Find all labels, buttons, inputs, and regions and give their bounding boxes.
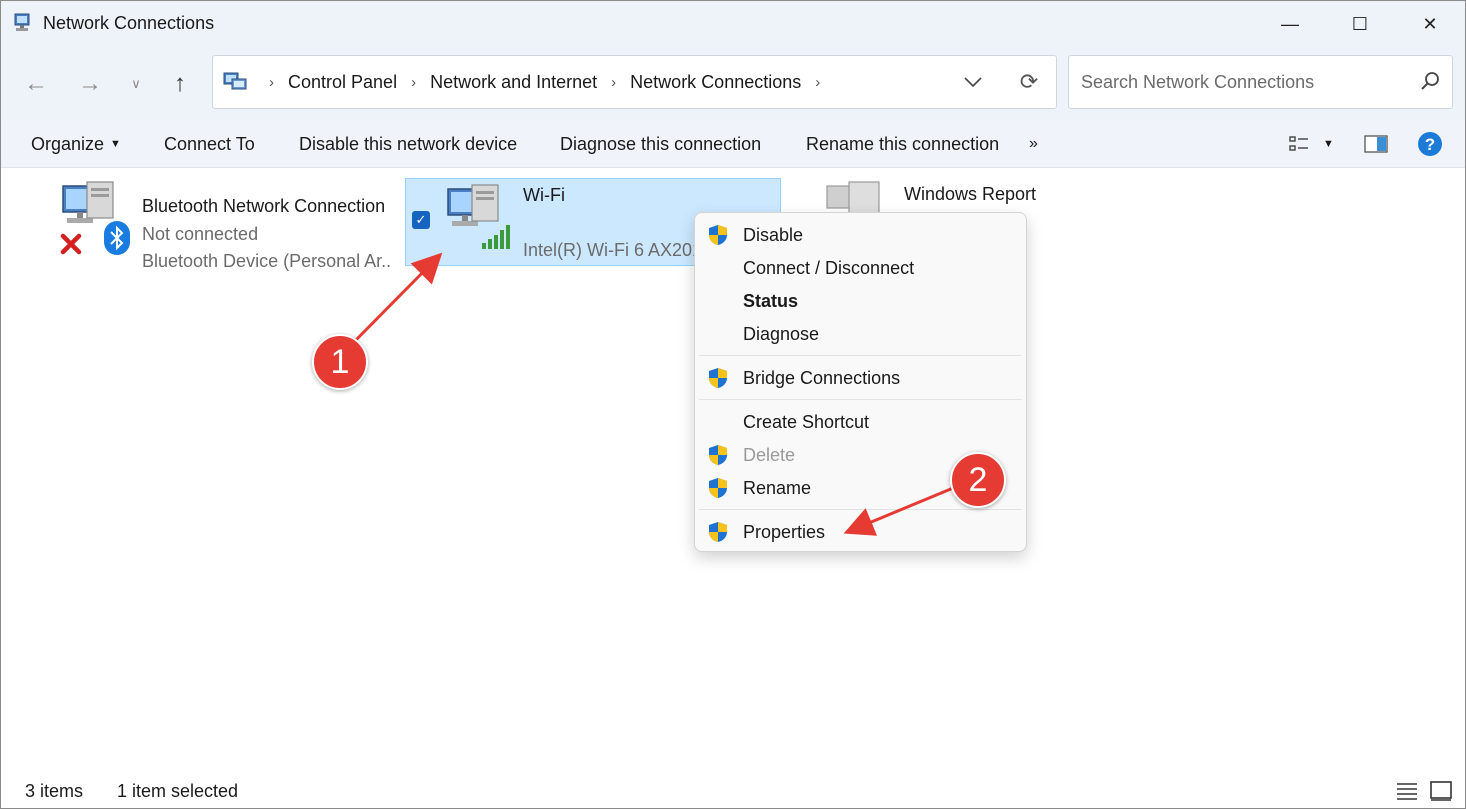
menu-item-label: Status (743, 290, 799, 311)
menu-item-label: Disable (743, 224, 804, 245)
title-bar: Network Connections — ☐ ✕ (1, 1, 1465, 47)
search-input[interactable] (1079, 68, 1403, 96)
menu-item-label: Connect / Disconnect (743, 257, 915, 278)
network-folder-icon (223, 72, 247, 90)
details-view-icon[interactable] (1394, 779, 1420, 803)
minimize-button[interactable]: — (1255, 1, 1325, 47)
step-badge-2: 2 (950, 452, 1006, 508)
breadcrumb-network-connections[interactable]: Network Connections (630, 72, 801, 93)
bluetooth-icon (104, 221, 130, 255)
menu-item-properties[interactable]: Properties (695, 516, 1026, 548)
preview-pane-button[interactable] (1364, 121, 1388, 167)
menu-item-label: Rename (743, 477, 812, 498)
window-title: Network Connections (43, 13, 215, 33)
maximize-button[interactable]: ☐ (1325, 1, 1395, 47)
navigation-bar: ← → ∨ ↑ › Control Panel › Network and In… (1, 47, 1465, 121)
search-icon[interactable] (1419, 70, 1441, 92)
uac-shield-icon (709, 478, 727, 498)
address-history-chevron-icon[interactable] (961, 70, 985, 94)
status-bar: 3 items 1 item selected (1, 773, 1465, 808)
item-count: 3 items (25, 781, 84, 801)
breadcrumb-separator[interactable]: › (611, 74, 616, 91)
connect-to-button[interactable]: Connect To (164, 121, 255, 167)
disable-device-button[interactable]: Disable this network device (299, 121, 517, 167)
connection-status: Not connected (142, 224, 259, 244)
caret-down-icon: ▼ (110, 138, 121, 150)
address-bar[interactable]: › Control Panel › Network and Internet ›… (212, 55, 1057, 109)
back-arrow-icon[interactable]: ← (19, 67, 53, 101)
recent-locations-chevron-icon[interactable]: ∨ (119, 67, 153, 101)
selection-checkbox[interactable]: ✓ (412, 211, 430, 229)
breadcrumb-control-panel[interactable]: Control Panel (288, 72, 397, 93)
caret-down-icon: ▼ (1323, 138, 1334, 150)
view-options-icon (1289, 136, 1308, 151)
disconnected-x-icon (60, 233, 82, 255)
menu-item-label: Bridge Connections (743, 367, 901, 388)
menu-item-connect-disconnect[interactable]: Connect / Disconnect (695, 252, 1026, 284)
help-icon: ? (1418, 132, 1442, 156)
menu-separator (699, 355, 1022, 356)
list-item-bluetooth-connection[interactable]: Bluetooth Network Connection Not connect… (57, 180, 397, 271)
breadcrumb-separator[interactable]: › (815, 74, 820, 91)
search-box[interactable] (1068, 55, 1453, 109)
step-badge-1: 1 (312, 334, 368, 390)
help-button[interactable]: ? (1417, 121, 1443, 167)
menu-item-diagnose[interactable]: Diagnose (695, 318, 1026, 350)
close-button[interactable]: ✕ (1395, 1, 1465, 47)
breadcrumb-network-and-internet[interactable]: Network and Internet (430, 72, 597, 93)
menu-separator (699, 509, 1022, 510)
command-bar: Organize ▼ Connect To Disable this netwo… (1, 121, 1465, 168)
menu-item-bridge-connections[interactable]: Bridge Connections (695, 362, 1026, 394)
up-arrow-icon[interactable]: ↑ (163, 67, 197, 101)
menu-item-disable[interactable]: Disable (695, 219, 1026, 251)
breadcrumb-separator[interactable]: › (269, 74, 274, 91)
menu-separator (699, 399, 1022, 400)
menu-item-label: Properties (743, 521, 826, 542)
network-connections-app-icon (14, 13, 30, 31)
connection-name: Bluetooth Network Connection (142, 196, 386, 216)
breadcrumb: › Control Panel › Network and Internet ›… (255, 56, 834, 108)
change-view-button[interactable]: ▼ (1289, 121, 1334, 167)
uac-shield-icon (709, 225, 727, 245)
organize-menu-button[interactable]: Organize ▼ (31, 121, 121, 167)
uac-shield-icon (709, 445, 727, 465)
uac-shield-icon (709, 522, 727, 542)
uac-shield-icon (709, 368, 727, 388)
preview-pane-icon (1364, 135, 1388, 153)
breadcrumb-separator[interactable]: › (411, 74, 416, 91)
large-icons-view-icon[interactable] (1428, 779, 1454, 803)
svg-text:?: ? (1425, 135, 1435, 154)
rename-connection-button[interactable]: Rename this connection (806, 121, 999, 167)
refresh-icon[interactable]: ⟳ (1015, 68, 1043, 96)
connection-name: Windows Report (904, 184, 1037, 204)
organize-label: Organize (31, 133, 105, 154)
menu-item-status[interactable]: Status (695, 285, 1026, 317)
connection-name: Wi-Fi (523, 185, 565, 205)
connection-device: Bluetooth Device (Personal Ar... (142, 251, 392, 271)
forward-arrow-icon[interactable]: → (73, 67, 107, 101)
wifi-adapter-icon (447, 184, 510, 249)
menu-item-label: Create Shortcut (743, 411, 870, 432)
menu-item-label: Delete (743, 444, 796, 465)
menu-item-create-shortcut[interactable]: Create Shortcut (695, 406, 1026, 438)
network-connections-window: Network Connections — ☐ ✕ ← → ∨ ↑ › Cont… (0, 0, 1466, 809)
more-commands-button[interactable]: » (1029, 121, 1038, 167)
selection-count: 1 item selected (117, 781, 239, 801)
diagnose-connection-button[interactable]: Diagnose this connection (560, 121, 761, 167)
menu-item-label: Diagnose (743, 323, 820, 344)
